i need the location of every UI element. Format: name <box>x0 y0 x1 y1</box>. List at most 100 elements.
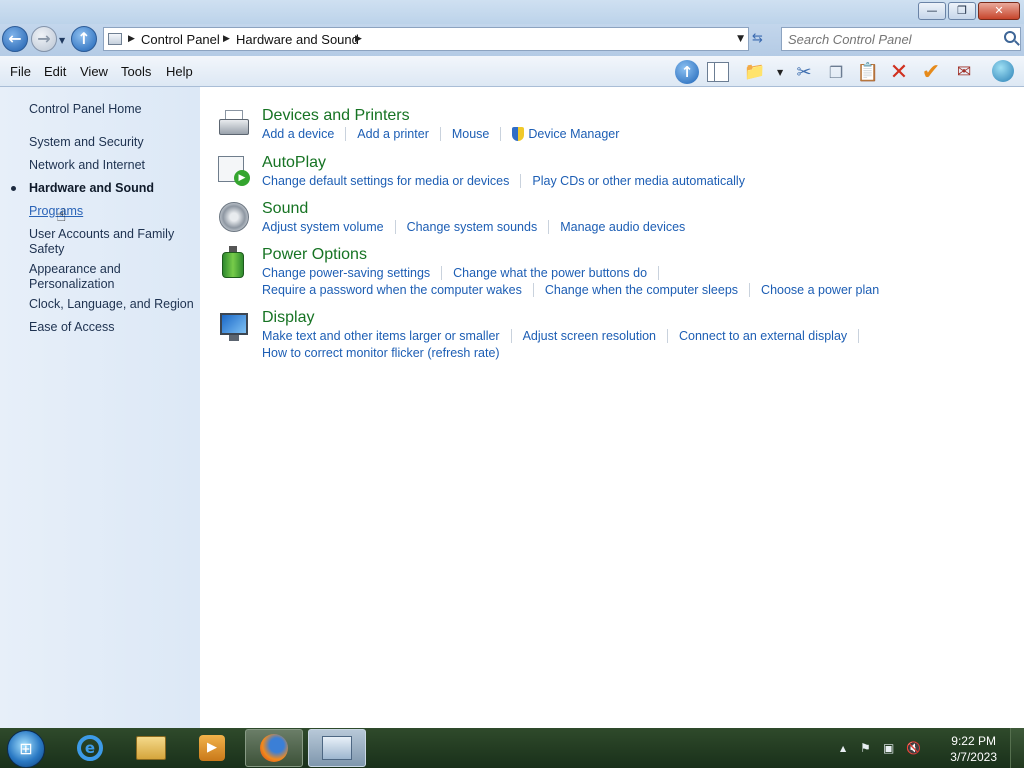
category-title[interactable]: Devices and Printers <box>262 107 410 125</box>
manage-audio-devices-link[interactable]: Manage audio devices <box>560 220 685 234</box>
taskbar: ⊞ e ▶ ▲ ⚑ ▣ 🔇 9:22 PM 3/7/2023 <box>0 728 1024 768</box>
category-title[interactable]: Display <box>262 309 314 327</box>
windows-logo-icon: ⊞ <box>19 739 33 758</box>
back-arrow-icon: ← <box>8 29 22 48</box>
speaker-icon[interactable] <box>217 200 251 234</box>
sidebar-item-user-accounts[interactable]: User Accounts and Family <box>29 227 174 242</box>
globe-icon[interactable] <box>992 60 1014 82</box>
menu-view[interactable]: View <box>80 64 108 79</box>
choose-power-plan-link[interactable]: Choose a power plan <box>761 283 879 297</box>
start-button[interactable]: ⊞ <box>7 730 45 768</box>
forward-button[interactable]: → <box>31 26 57 52</box>
pane-toggle-icon[interactable] <box>707 62 729 82</box>
network-icon[interactable]: ▣ <box>883 741 894 755</box>
category-title[interactable]: Sound <box>262 200 308 218</box>
search-input[interactable] <box>782 28 992 50</box>
monitor-icon[interactable] <box>217 309 251 343</box>
address-bar[interactable]: ▶ Control Panel ▶ Hardware and Sound ▶ ▼ <box>103 27 749 51</box>
category-links: Change default settings for media or dev… <box>262 174 745 188</box>
breadcrumb-control-panel[interactable]: Control Panel <box>141 32 220 47</box>
play-cds-automatically-link[interactable]: Play CDs or other media automatically <box>532 174 745 188</box>
change-system-sounds-link[interactable]: Change system sounds <box>407 220 538 234</box>
category-links-row2: How to correct monitor flicker (refresh … <box>262 346 500 360</box>
adjust-screen-resolution-link[interactable]: Adjust screen resolution <box>523 329 656 343</box>
show-desktop-button[interactable] <box>1010 728 1024 768</box>
category-links: Add a device Add a printer Mouse Device … <box>262 127 619 141</box>
monitor-flicker-link[interactable]: How to correct monitor flicker (refresh … <box>262 346 500 360</box>
require-password-on-wake-link[interactable]: Require a password when the computer wak… <box>262 283 522 297</box>
breadcrumb-hardware-and-sound[interactable]: Hardware and Sound <box>236 32 359 47</box>
change-computer-sleeps-link[interactable]: Change when the computer sleeps <box>545 283 738 297</box>
sidebar-item-control-panel-home[interactable]: Control Panel Home <box>29 102 142 117</box>
clock[interactable]: 9:22 PM 3/7/2023 <box>950 733 997 765</box>
folder-options-dropdown-icon[interactable]: ▼ <box>777 68 783 77</box>
menu-help[interactable]: Help <box>166 64 193 79</box>
connect-external-display-link[interactable]: Connect to an external display <box>679 329 847 343</box>
address-row: ← → ▼ ↑ ▶ Control Panel ▶ Hardware and S… <box>0 24 1024 56</box>
history-dropdown-icon[interactable]: ▼ <box>59 36 65 45</box>
category-title[interactable]: Power Options <box>262 246 367 264</box>
title-bar: — ❐ ✕ <box>0 0 1024 24</box>
minimize-icon: — <box>926 4 938 17</box>
up-button[interactable]: ↑ <box>71 26 97 52</box>
menu-edit[interactable]: Edit <box>44 64 66 79</box>
sidebar-item-network-and-internet[interactable]: Network and Internet <box>29 158 145 173</box>
sidebar-item-appearance-cont[interactable]: Personalization <box>29 277 114 292</box>
change-default-media-settings-link[interactable]: Change default settings for media or dev… <box>262 174 509 188</box>
address-dropdown-icon[interactable]: ▼ <box>737 34 744 44</box>
minimize-button[interactable]: — <box>918 2 946 20</box>
taskbar-windows-explorer[interactable] <box>122 729 180 767</box>
folder-options-icon[interactable]: 📁 <box>743 60 767 84</box>
category-links-row1: Change power-saving settings Change what… <box>262 266 670 280</box>
sidebar-item-system-and-security[interactable]: System and Security <box>29 135 144 150</box>
mouse-link[interactable]: Mouse <box>452 127 490 141</box>
cut-icon[interactable]: ✂ <box>792 60 816 84</box>
restore-button[interactable]: ❐ <box>948 2 976 20</box>
back-button[interactable]: ← <box>2 26 28 52</box>
up-folder-icon[interactable]: ↑ <box>675 60 699 84</box>
category-links-row2: Require a password when the computer wak… <box>262 283 879 297</box>
refresh-icon[interactable]: ⇆ <box>752 31 763 46</box>
volume-muted-icon[interactable]: 🔇 <box>906 741 921 755</box>
sidebar-item-ease-of-access[interactable]: Ease of Access <box>29 320 114 335</box>
sidebar-item-appearance[interactable]: Appearance and <box>29 262 121 277</box>
uac-shield-icon <box>512 127 525 141</box>
search-box[interactable] <box>781 27 1021 51</box>
autoplay-icon[interactable]: ▶ <box>217 154 251 188</box>
taskbar-control-panel[interactable] <box>308 729 366 767</box>
copy-icon[interactable]: ❐ <box>824 60 848 84</box>
change-power-buttons-link[interactable]: Change what the power buttons do <box>453 266 647 280</box>
paste-icon[interactable]: 📋 <box>856 60 880 84</box>
checkmark-icon[interactable]: ✔ <box>919 60 943 85</box>
chevron-right-icon[interactable]: ▶ <box>223 34 230 44</box>
sidebar-item-user-accounts-cont[interactable]: Safety <box>29 242 64 257</box>
media-player-icon: ▶ <box>199 735 225 761</box>
firefox-icon <box>260 734 288 762</box>
taskbar-firefox[interactable] <box>245 729 303 767</box>
chevron-right-icon[interactable]: ▶ <box>128 34 135 44</box>
show-hidden-icons-arrow-icon[interactable]: ▲ <box>840 744 846 753</box>
menu-file[interactable]: File <box>10 64 31 79</box>
action-center-flag-icon[interactable]: ⚑ <box>860 741 871 755</box>
menu-tools[interactable]: Tools <box>121 64 151 79</box>
printer-icon[interactable] <box>217 107 251 141</box>
category-title[interactable]: AutoPlay <box>262 154 326 172</box>
change-power-saving-settings-link[interactable]: Change power-saving settings <box>262 266 430 280</box>
taskbar-internet-explorer[interactable]: e <box>61 729 119 767</box>
chevron-right-icon[interactable]: ▶ <box>355 34 362 44</box>
device-manager-link[interactable]: Device Manager <box>528 127 619 141</box>
add-a-printer-link[interactable]: Add a printer <box>357 127 429 141</box>
battery-power-icon[interactable] <box>217 246 251 280</box>
delete-icon[interactable]: ✕ <box>887 60 911 85</box>
sidebar-item-clock-language-region[interactable]: Clock, Language, and Region <box>29 297 194 312</box>
email-icon[interactable]: ✉ <box>952 60 976 84</box>
internet-explorer-icon: e <box>77 735 103 761</box>
taskbar-media-player[interactable]: ▶ <box>183 729 241 767</box>
close-button[interactable]: ✕ <box>978 2 1020 20</box>
adjust-system-volume-link[interactable]: Adjust system volume <box>262 220 384 234</box>
sidebar-item-hardware-and-sound[interactable]: Hardware and Sound <box>29 181 154 196</box>
make-text-larger-link[interactable]: Make text and other items larger or smal… <box>262 329 500 343</box>
control-panel-icon <box>108 33 122 45</box>
search-icon[interactable] <box>1004 31 1016 43</box>
add-a-device-link[interactable]: Add a device <box>262 127 334 141</box>
